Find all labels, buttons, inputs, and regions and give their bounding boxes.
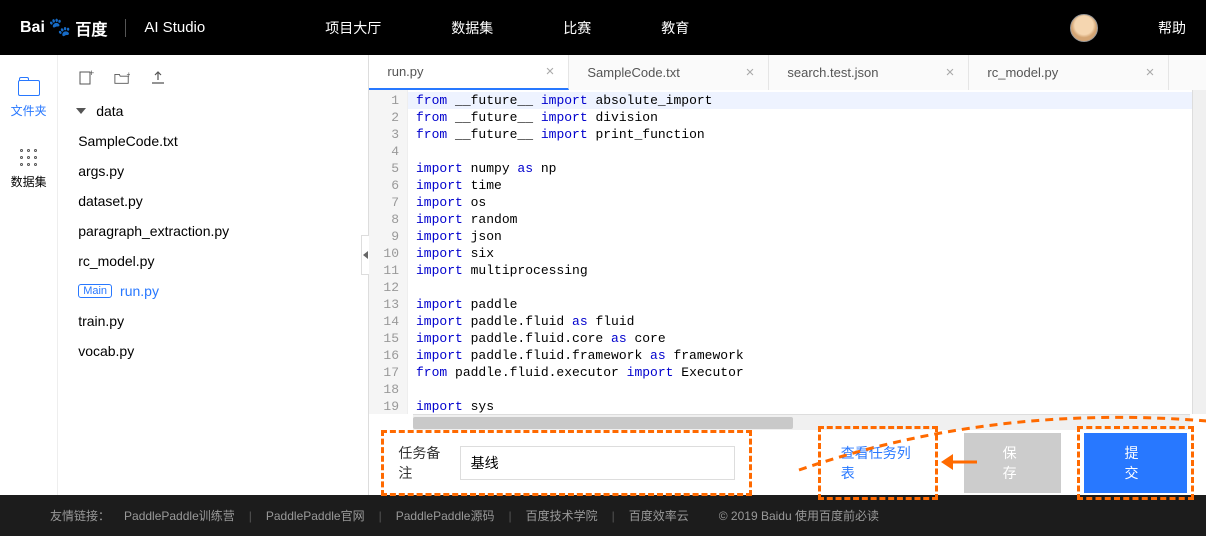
tree-file[interactable]: dataset.py xyxy=(58,186,368,216)
nav-datasets[interactable]: 数据集 xyxy=(451,18,493,38)
editor-tab[interactable]: SampleCode.txt× xyxy=(569,55,769,90)
view-task-list-link[interactable]: 查看任务列表 xyxy=(818,426,939,500)
footer: 友情链接： PaddlePaddle训练营| PaddlePaddle官网| P… xyxy=(0,495,1206,536)
footer-link[interactable]: 百度效率云 xyxy=(629,507,689,524)
editor-tabs: run.py×SampleCode.txt×search.test.json×r… xyxy=(369,55,1206,90)
studio-label: AI Studio xyxy=(144,19,205,36)
close-icon[interactable]: × xyxy=(746,64,755,81)
nav-education[interactable]: 教育 xyxy=(661,18,689,38)
footer-prefix: 友情链接： xyxy=(50,507,110,524)
editor-tab[interactable]: search.test.json× xyxy=(769,55,969,90)
left-rail: 文件夹 数据集 xyxy=(0,55,58,495)
main-nav: 项目大厅 数据集 比赛 教育 xyxy=(325,18,689,38)
code-area[interactable]: 123456789101112131415161718192021222324 … xyxy=(369,90,1206,414)
main-badge: Main xyxy=(78,284,112,298)
footer-link[interactable]: PaddlePaddle源码 xyxy=(396,507,495,524)
svg-text:+: + xyxy=(89,70,94,78)
close-icon[interactable]: × xyxy=(546,63,555,80)
collapse-sidebar-handle[interactable] xyxy=(361,235,369,275)
file-tree: + + data SampleCode.txt args.py dataset.… xyxy=(58,55,368,495)
footer-copyright: © 2019 Baidu 使用百度前必读 xyxy=(719,507,879,524)
top-header: Bai🐾百度 AI Studio 项目大厅 数据集 比赛 教育 帮助 xyxy=(0,0,1206,55)
footer-link[interactable]: 百度技术学院 xyxy=(526,507,598,524)
close-icon[interactable]: × xyxy=(1146,64,1155,81)
close-icon[interactable]: × xyxy=(946,64,955,81)
submit-box: 提 交 xyxy=(1077,426,1194,500)
help-link[interactable]: 帮助 xyxy=(1158,18,1186,38)
tree-file-active[interactable]: Main run.py xyxy=(58,276,368,306)
tree-file[interactable]: train.py xyxy=(58,306,368,336)
tree-file[interactable]: SampleCode.txt xyxy=(58,126,368,156)
remark-input[interactable] xyxy=(460,446,735,480)
new-file-icon[interactable]: + xyxy=(78,70,94,86)
rail-datasets[interactable]: 数据集 xyxy=(11,149,47,190)
baidu-logo[interactable]: Bai🐾百度 xyxy=(20,16,107,40)
tree-folder-data[interactable]: data xyxy=(58,96,368,126)
bottom-bar: 任务备注 查看任务列表 保 存 提 交 xyxy=(369,430,1206,495)
footer-link[interactable]: PaddlePaddle官网 xyxy=(266,507,365,524)
logo-area: Bai🐾百度 AI Studio xyxy=(20,16,205,40)
editor-tab[interactable]: rc_model.py× xyxy=(969,55,1169,90)
tree-file[interactable]: paragraph_extraction.py xyxy=(58,216,368,246)
submit-button[interactable]: 提 交 xyxy=(1084,433,1187,493)
vertical-scrollbar[interactable] xyxy=(1192,90,1206,414)
nav-projects[interactable]: 项目大厅 xyxy=(325,18,381,38)
horizontal-scrollbar[interactable] xyxy=(413,414,1190,430)
editor-tab[interactable]: run.py× xyxy=(369,55,569,90)
tree-file[interactable]: vocab.py xyxy=(58,336,368,366)
tree-file[interactable]: args.py xyxy=(58,156,368,186)
footer-link[interactable]: PaddlePaddle训练营 xyxy=(124,507,235,524)
save-button[interactable]: 保 存 xyxy=(964,433,1060,493)
rail-files[interactable]: 文件夹 xyxy=(11,80,47,119)
line-gutter: 123456789101112131415161718192021222324 xyxy=(369,90,408,414)
remark-label: 任务备注 xyxy=(398,443,447,483)
paw-icon: 🐾 xyxy=(49,17,71,38)
upload-icon[interactable] xyxy=(150,70,166,86)
nav-competitions[interactable]: 比赛 xyxy=(563,18,591,38)
editor: run.py×SampleCode.txt×search.test.json×r… xyxy=(368,55,1206,495)
code-content[interactable]: from __future__ import absolute_importfr… xyxy=(408,90,1206,414)
remark-box: 任务备注 xyxy=(381,430,751,496)
grid-icon xyxy=(20,149,38,167)
folder-icon xyxy=(18,80,40,96)
tree-file[interactable]: rc_model.py xyxy=(58,246,368,276)
new-folder-icon[interactable]: + xyxy=(114,70,130,86)
user-avatar[interactable] xyxy=(1070,14,1098,42)
svg-text:+: + xyxy=(127,71,131,79)
